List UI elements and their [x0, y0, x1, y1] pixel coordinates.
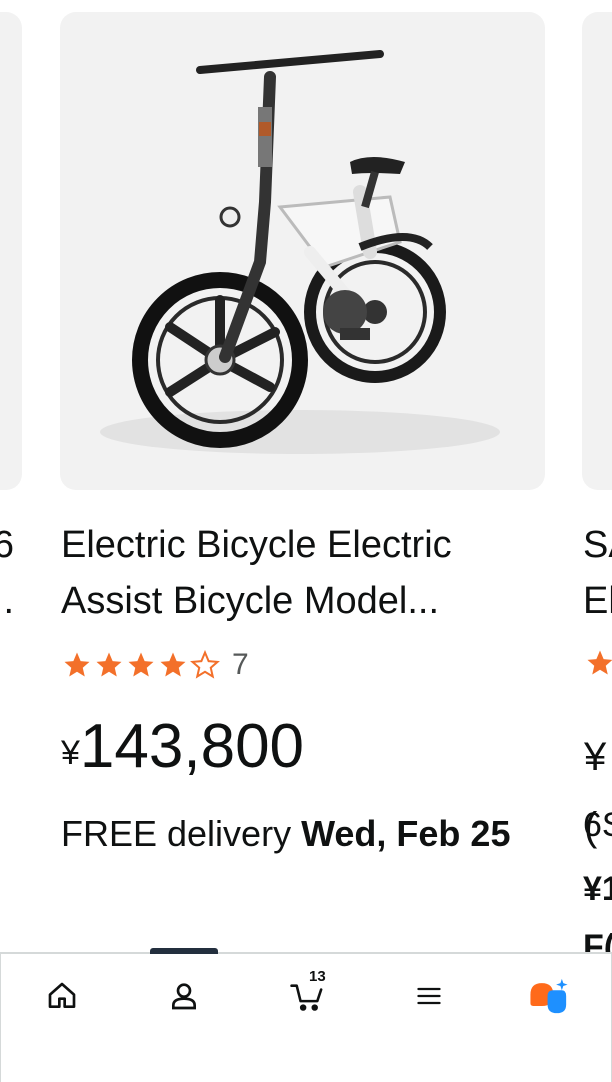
delivery-prefix: FREE delivery	[61, 813, 302, 854]
right-title-line-1[interactable]: SA	[583, 517, 612, 573]
hamburger-icon	[417, 987, 441, 1005]
bottom-nav-bar: 13	[0, 948, 612, 1082]
star-full-icon	[160, 652, 186, 677]
product-title-line-1[interactable]: Electric Bicycle Electric	[61, 517, 531, 573]
product-title-line-2[interactable]: Assist Bicycle Model...	[61, 573, 531, 629]
right-card-text: 6S	[583, 806, 612, 844]
product-title[interactable]: Electric Bicycle Electric Assist Bicycle…	[61, 517, 531, 629]
left-card-title[interactable]: 6.	[0, 517, 14, 629]
delivery-info: FREE delivery Wed, Feb 25	[61, 806, 531, 862]
star-full-icon	[64, 652, 90, 677]
rufus-ai-icon	[530, 978, 568, 1014]
star-full-icon	[96, 652, 122, 677]
person-icon	[172, 983, 196, 1010]
right-card-delivery: F(	[583, 928, 612, 952]
left-card-image[interactable]	[0, 12, 22, 490]
delivery-date: Wed, Feb 25	[301, 813, 511, 854]
nav-cart[interactable]: 13	[277, 968, 337, 1018]
cart-count-badge: 13	[309, 968, 326, 985]
rating-count[interactable]: 7	[232, 648, 249, 682]
right-card-image[interactable]	[582, 12, 612, 490]
nav-home[interactable]	[32, 974, 92, 1018]
product-rating[interactable]: 7	[62, 648, 249, 682]
right-card-price-2: ¥1	[583, 870, 612, 908]
home-icon	[48, 982, 76, 1008]
nav-account[interactable]	[154, 974, 214, 1018]
bicycle-image	[100, 50, 500, 454]
price-symbol: ¥	[61, 734, 80, 772]
right-card-rating[interactable]	[585, 648, 612, 678]
product-price: ¥143,800	[61, 712, 304, 782]
star-empty-icon	[190, 650, 220, 679]
active-tab-indicator	[150, 948, 218, 954]
star-full-icon	[128, 652, 154, 677]
price-value: 143,800	[79, 712, 305, 781]
product-carousel[interactable]: 6. Electric Bicycle Electric Assist Bicy…	[0, 0, 612, 952]
nav-menu[interactable]	[399, 974, 459, 1018]
right-title-line-2[interactable]: El	[583, 573, 612, 629]
nav-rufus[interactable]	[519, 974, 579, 1018]
product-image[interactable]	[60, 12, 545, 490]
star-full-icon	[587, 650, 612, 675]
right-card-title[interactable]: SA El	[583, 517, 612, 629]
